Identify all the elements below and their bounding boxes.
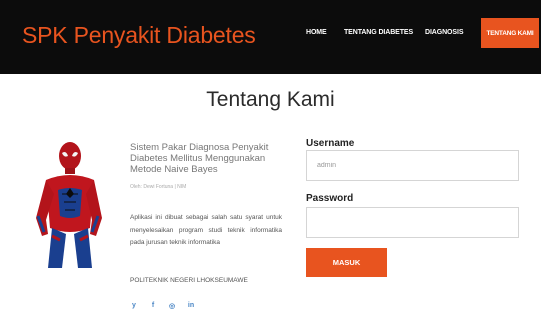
twitter-icon[interactable]: y — [130, 302, 138, 310]
facebook-icon[interactable]: f — [149, 302, 157, 310]
login-button[interactable]: MASUK — [306, 248, 387, 277]
nav-item-tentang-kami[interactable]: TENTANG KAMI — [481, 18, 539, 48]
page-title: Tentang Kami — [206, 88, 335, 111]
app-tagline: Sistem Pakar Diagnosa Penyakit Diabetes … — [130, 142, 269, 175]
institution-name: POLITEKNIK NEGERI LHOKSEUMAWE — [130, 277, 248, 284]
password-label: Password — [306, 193, 354, 204]
password-input[interactable] — [306, 207, 519, 238]
username-label: Username — [306, 138, 355, 149]
nav-item-home[interactable]: HOME — [306, 29, 327, 36]
username-input[interactable] — [306, 150, 519, 181]
author-credit: Oleh: Dewi Fortuna | NIM — [130, 184, 187, 190]
social-links: y f ◎ in — [130, 302, 195, 310]
dribbble-icon[interactable]: ◎ — [168, 302, 176, 310]
spiderman-avatar — [36, 142, 102, 268]
linkedin-icon[interactable]: in — [187, 302, 195, 310]
nav-item-tentang-diabetes[interactable]: TENTANG DIABETES — [344, 29, 413, 36]
navbar: SPK Penyakit Diabetes HOME TENTANG DIABE… — [0, 0, 541, 74]
brand-logo-text[interactable]: SPK Penyakit Diabetes — [22, 22, 256, 49]
nav-item-diagnosis[interactable]: DIAGNOSIS — [425, 29, 463, 36]
app-description: Aplikasi ini dibuat sebagai salah satu s… — [130, 214, 282, 246]
